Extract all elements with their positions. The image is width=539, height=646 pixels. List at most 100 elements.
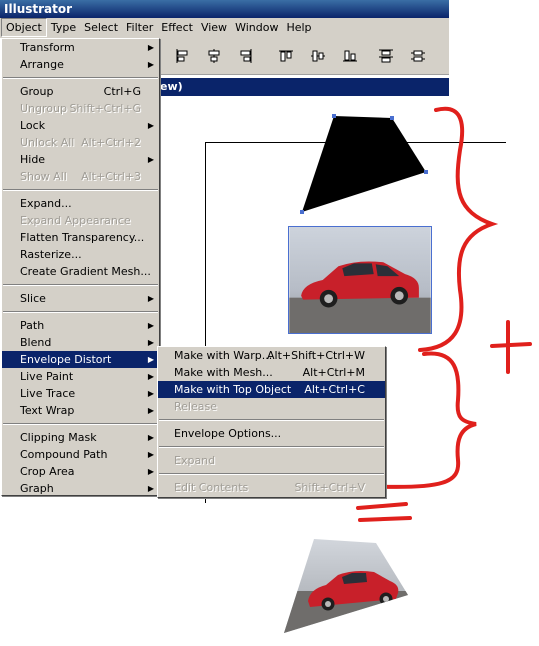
menu-item-label: Make with Mesh... — [174, 366, 273, 379]
menu-item-label: Expand Appearance — [20, 214, 131, 227]
submenu-arrow-icon: ▶ — [147, 389, 154, 398]
document-title: ew) — [160, 80, 183, 93]
menu-item-label: Create Gradient Mesh... — [20, 265, 151, 278]
menu-filter[interactable]: Filter — [122, 18, 157, 38]
menu-item-release: Release — [158, 398, 385, 415]
menu-item-label: Text Wrap — [20, 404, 75, 417]
menu-item-compound-path[interactable]: Compound Path ▶ — [2, 446, 159, 463]
menu-item-label: Edit Contents — [174, 481, 249, 494]
menu-item-expand[interactable]: Expand... — [2, 195, 159, 212]
menu-item-label: Graph — [20, 482, 54, 495]
menu-item-ungroup: Ungroup Shift+Ctrl+G — [2, 100, 159, 117]
menu-item-label: Make with Warp... — [174, 349, 273, 362]
menu-separator — [3, 189, 158, 191]
menu-item-create-gradient-mesh[interactable]: Create Gradient Mesh... — [2, 263, 159, 280]
menu-effect[interactable]: Effect — [157, 18, 197, 38]
distribute-top-icon[interactable] — [378, 48, 394, 64]
menu-item-slice[interactable]: Slice ▶ — [2, 290, 159, 307]
submenu-arrow-icon: ▶ — [147, 355, 154, 364]
menu-item-envelope-options[interactable]: Envelope Options... — [158, 425, 385, 442]
menu-item-make-with-mesh[interactable]: Make with Mesh... Alt+Ctrl+M — [158, 364, 385, 381]
submenu-arrow-icon: ▶ — [147, 433, 154, 442]
menu-item-label: Lock — [20, 119, 46, 132]
menu-item-group[interactable]: Group Ctrl+G — [2, 83, 159, 100]
menu-item-rasterize[interactable]: Rasterize... — [2, 246, 159, 263]
align-bottom-icon[interactable] — [342, 48, 358, 64]
menu-item-label: Live Trace — [20, 387, 76, 400]
submenu-arrow-icon: ▶ — [147, 484, 154, 493]
submenu-arrow-icon: ▶ — [147, 406, 154, 415]
submenu-arrow-icon: ▶ — [147, 60, 154, 69]
menu-item-expand: Expand — [158, 452, 385, 469]
menu-item-label: Envelope Options... — [174, 427, 282, 440]
menu-item-text-wrap[interactable]: Text Wrap ▶ — [2, 402, 159, 419]
menu-item-label: Make with Top Object — [174, 383, 292, 396]
menu-item-shortcut: Shift+Ctrl+G — [69, 102, 141, 115]
menu-item-envelope-distort[interactable]: Envelope Distort ▶ — [2, 351, 159, 368]
menu-item-live-trace[interactable]: Live Trace ▶ — [2, 385, 159, 402]
menu-type[interactable]: Type — [47, 18, 80, 38]
menu-separator — [3, 77, 158, 79]
menu-item-crop-area[interactable]: Crop Area ▶ — [2, 463, 159, 480]
menu-item-label: Transform — [20, 41, 75, 54]
app-title-bar: Illustrator — [0, 0, 449, 18]
menu-item-path[interactable]: Path ▶ — [2, 317, 159, 334]
menu-item-label: Clipping Mask — [20, 431, 97, 444]
menu-item-label: Expand — [174, 454, 216, 467]
menu-item-make-with-warp[interactable]: Make with Warp... Alt+Shift+Ctrl+W — [158, 347, 385, 364]
distribute-center-icon[interactable] — [410, 48, 426, 64]
menu-item-hide[interactable]: Hide ▶ — [2, 151, 159, 168]
align-middle-icon[interactable] — [310, 48, 326, 64]
submenu-arrow-icon: ▶ — [147, 450, 154, 459]
align-center-icon[interactable] — [206, 48, 222, 64]
menu-item-arrange[interactable]: Arrange ▶ — [2, 56, 159, 73]
menu-item-label: Envelope Distort — [20, 353, 112, 366]
menu-item-make-with-top-object[interactable]: Make with Top Object Alt+Ctrl+C — [158, 381, 385, 398]
menu-item-label: Ungroup — [20, 102, 67, 115]
menu-item-label: Blend — [20, 336, 52, 349]
menu-item-shortcut: Ctrl+G — [103, 85, 141, 98]
menu-item-unlock-all: Unlock All Alt+Ctrl+2 — [2, 134, 159, 151]
menu-view[interactable]: View — [197, 18, 231, 38]
submenu-arrow-icon: ▶ — [147, 294, 154, 303]
menu-item-label: Live Paint — [20, 370, 74, 383]
menu-help[interactable]: Help — [282, 18, 315, 38]
align-right-icon[interactable] — [238, 48, 254, 64]
menu-item-flatten-transparency[interactable]: Flatten Transparency... — [2, 229, 159, 246]
menu-item-live-paint[interactable]: Live Paint ▶ — [2, 368, 159, 385]
menu-item-clipping-mask[interactable]: Clipping Mask ▶ — [2, 429, 159, 446]
submenu-arrow-icon: ▶ — [147, 155, 154, 164]
submenu-arrow-icon: ▶ — [147, 467, 154, 476]
menu-object[interactable]: Object — [1, 18, 47, 37]
menu-item-edit-contents: Edit Contents Shift+Ctrl+V — [158, 479, 385, 496]
menu-item-lock[interactable]: Lock ▶ — [2, 117, 159, 134]
align-toolbar — [160, 38, 449, 75]
menu-item-blend[interactable]: Blend ▶ — [2, 334, 159, 351]
submenu-arrow-icon: ▶ — [147, 121, 154, 130]
submenu-arrow-icon: ▶ — [147, 372, 154, 381]
menu-bar: Object Type Select Filter Effect View Window He… — [0, 18, 449, 38]
menu-window[interactable]: Window — [231, 18, 282, 38]
menu-item-show-all: Show All Alt+Ctrl+3 — [2, 168, 159, 185]
align-left-icon[interactable] — [174, 48, 190, 64]
menu-item-graph[interactable]: Graph ▶ — [2, 480, 159, 497]
menu-select[interactable]: Select — [80, 18, 122, 38]
app-title: Illustrator — [4, 2, 73, 16]
menu-item-label: Hide — [20, 153, 46, 166]
menu-item-label: Flatten Transparency... — [20, 231, 145, 244]
menu-item-label: Show All — [20, 170, 67, 183]
menu-separator — [3, 311, 158, 313]
menu-separator — [159, 419, 384, 421]
menu-item-label: Slice — [20, 292, 46, 305]
menu-item-transform[interactable]: Transform ▶ — [2, 39, 159, 56]
menu-item-shortcut: Alt+Shift+Ctrl+W — [267, 349, 365, 362]
submenu-arrow-icon: ▶ — [147, 321, 154, 330]
menu-item-label: Rasterize... — [20, 248, 82, 261]
menu-item-label: Expand... — [20, 197, 72, 210]
align-top-icon[interactable] — [278, 48, 294, 64]
menu-item-shortcut: Alt+Ctrl+M — [302, 366, 365, 379]
menu-item-shortcut: Shift+Ctrl+V — [294, 481, 365, 494]
menu-item-label: Unlock All — [20, 136, 75, 149]
menu-separator — [3, 284, 158, 286]
object-menu-dropdown: Transform ▶ Arrange ▶ Group Ctrl+G Ungroup Shif… — [1, 38, 160, 496]
